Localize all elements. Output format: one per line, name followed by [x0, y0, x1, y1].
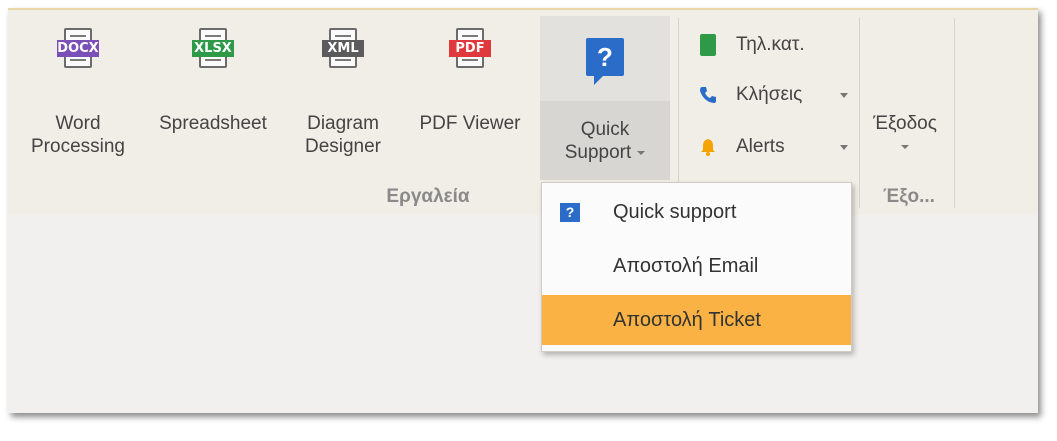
- group-separator: [678, 18, 679, 208]
- diagram-designer-label-line1: Diagram: [307, 113, 379, 134]
- question-icon: ?: [560, 203, 580, 222]
- menu-item-label: Quick support: [613, 201, 737, 223]
- word-processing-button[interactable]: DOCX Word Processing: [28, 10, 128, 170]
- exit-label: Έξοδος: [873, 113, 937, 134]
- chevron-down-icon: [637, 150, 646, 155]
- diagram-designer-button[interactable]: XML Diagram Designer: [293, 10, 393, 170]
- ribbon: DOCX Word Processing XLSX Spreadsheet XM…: [8, 10, 1038, 216]
- content-area: [8, 215, 1038, 413]
- chevron-down-icon: [840, 93, 848, 98]
- chevron-down-icon: [901, 144, 909, 149]
- xml-icon: XML: [322, 28, 364, 68]
- alerts-label: Alerts: [736, 136, 785, 157]
- app-window: DOCX Word Processing XLSX Spreadsheet XM…: [8, 8, 1038, 413]
- xlsx-icon: XLSX: [192, 28, 234, 68]
- quick-support-label-line2: Support: [564, 142, 632, 163]
- quick-support-label-line1: Quick: [580, 119, 630, 140]
- quick-support-dropdown: ? Quick support Αποστολή Email Αποστολή …: [541, 182, 852, 352]
- exit-button[interactable]: Έξοδος: [863, 10, 947, 170]
- word-processing-label-line2: Processing: [31, 136, 125, 157]
- spreadsheet-button[interactable]: XLSX Spreadsheet: [152, 10, 274, 170]
- menu-item-label: Αποστολή Email: [613, 255, 759, 277]
- spreadsheet-label: Spreadsheet: [159, 113, 267, 134]
- question-icon: ?: [586, 38, 624, 85]
- phone-icon: [698, 85, 718, 105]
- group-separator: [859, 18, 860, 208]
- group-label-tools: Εργαλεία: [386, 186, 470, 207]
- menu-item-label: Αποστολή Ticket: [613, 309, 761, 331]
- word-processing-label-line1: Word: [55, 113, 101, 134]
- menu-item-send-ticket[interactable]: Αποστολή Ticket: [542, 295, 851, 345]
- menu-item-quick-support[interactable]: ? Quick support: [542, 187, 851, 237]
- phonebook-icon: [700, 34, 716, 56]
- docx-icon: DOCX: [57, 28, 99, 68]
- bell-icon: [698, 137, 718, 157]
- chevron-down-icon: [840, 145, 848, 150]
- group-label-exit: Έξο...: [883, 186, 935, 207]
- phonebook-label: Τηλ.κατ.: [736, 34, 805, 55]
- diagram-designer-label-line2: Designer: [304, 136, 382, 157]
- pdf-viewer-label: PDF Viewer: [419, 113, 521, 134]
- calls-label: Κλήσεις: [736, 84, 803, 105]
- quick-support-button[interactable]: ? Quick Support: [540, 16, 670, 180]
- menu-item-send-email[interactable]: Αποστολή Email: [542, 241, 851, 291]
- group-separator: [954, 18, 955, 208]
- pdf-viewer-button[interactable]: PDF PDF Viewer: [408, 10, 532, 170]
- pdf-icon: PDF: [449, 28, 491, 68]
